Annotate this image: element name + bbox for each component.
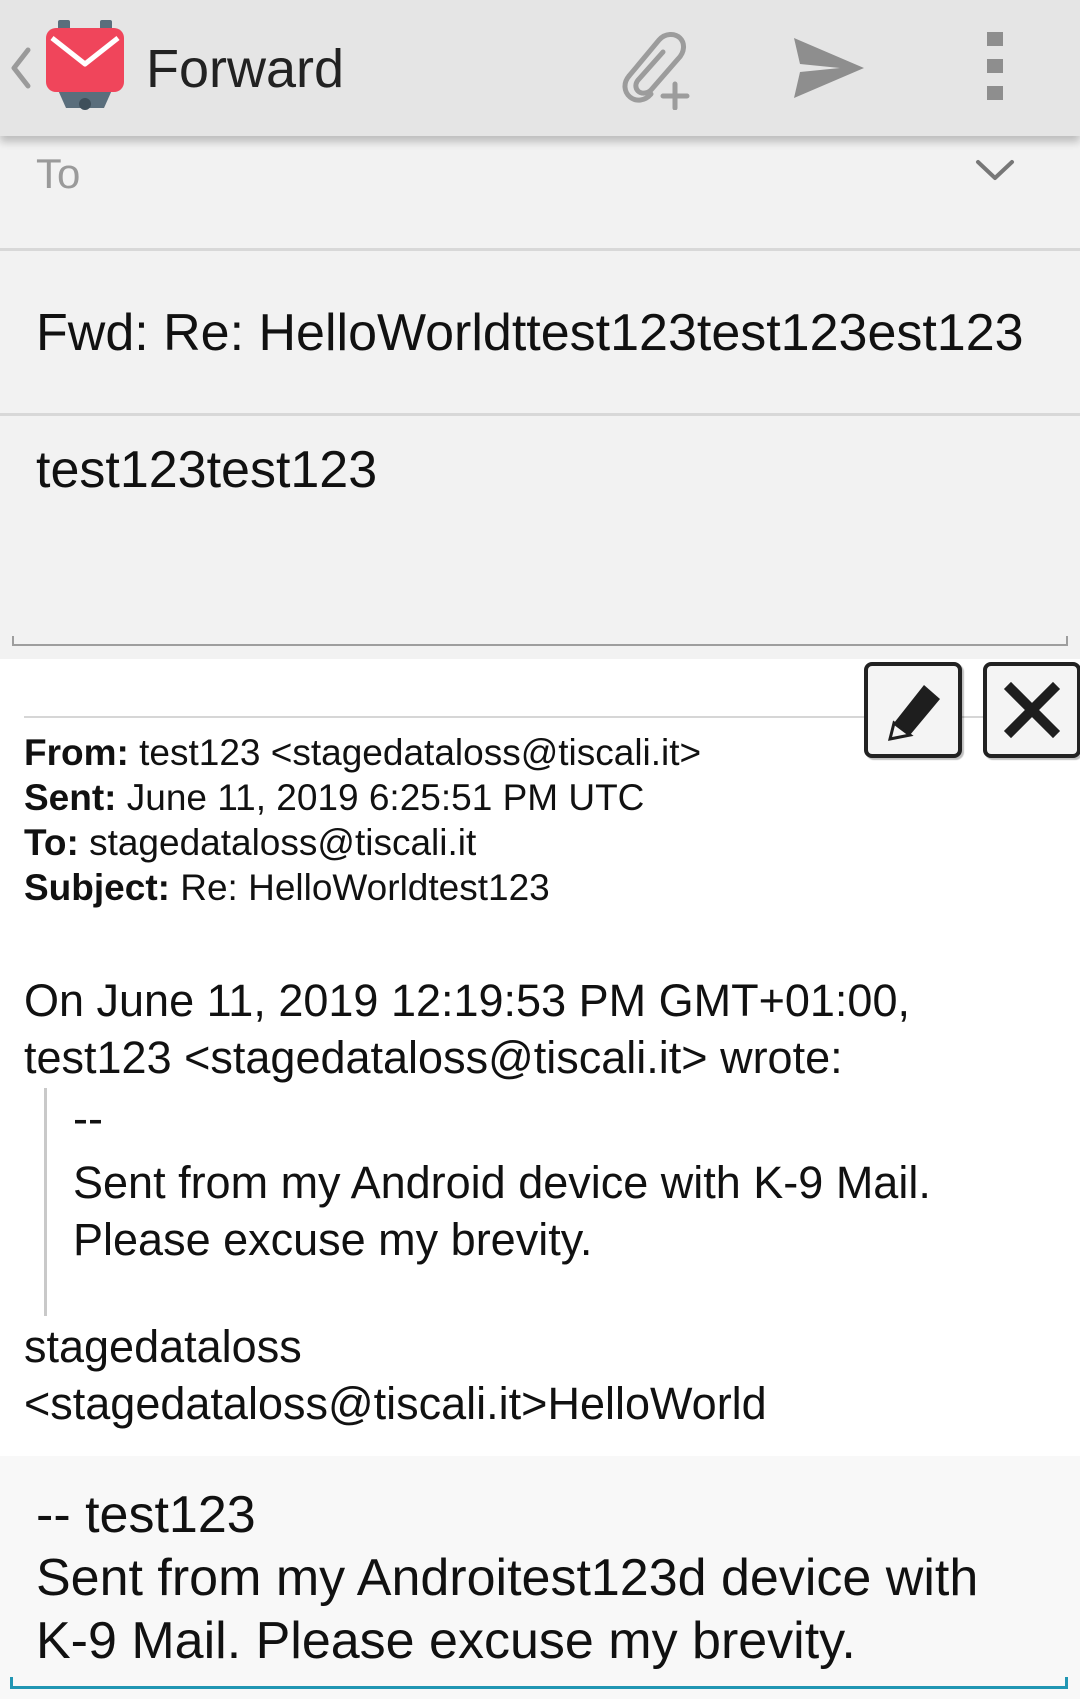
quoted-blockquote: -- Sent from my Android device with K-9 … [44,1088,1027,1316]
signature-text: -- test123 Sent from my Androitest123d d… [36,1486,979,1670]
header-from: From: test123 <stagedataloss@tiscali.it> [24,732,702,773]
k9-mail-logo[interactable] [44,18,126,114]
subject-row: Fwd: Re: HelloWorldttest123test123est123 [0,251,1080,416]
signature-field[interactable]: -- test123 Sent from my Androitest123d d… [0,1456,1080,1699]
focus-underline [10,1677,1068,1689]
to-field[interactable]: To [36,150,80,198]
quoted-tail: stagedataloss <stagedataloss@tiscali.it>… [24,1321,767,1429]
attach-file-icon[interactable] [615,26,699,110]
chevron-down-icon[interactable] [970,152,1020,188]
overflow-menu-icon[interactable] [975,30,1015,102]
edit-quoted-button[interactable] [864,662,962,758]
header-to: To: stagedataloss@tiscali.it [24,822,477,863]
message-field[interactable]: test123test123 [12,416,1068,646]
header-subject: Subject: Re: HelloWorldtest123 [24,867,550,908]
action-bar: Forward [0,0,1080,136]
chevron-left-icon[interactable] [8,46,34,90]
quote-intro: On June 11, 2019 12:19:53 PM GMT+01:00, … [24,975,910,1083]
quoted-headers: From: test123 <stagedataloss@tiscali.it>… [24,730,701,910]
subject-field[interactable]: Fwd: Re: HelloWorldttest123test123est123 [36,303,1046,363]
header-sent: Sent: June 11, 2019 6:25:51 PM UTC [24,777,645,818]
compose-area: To Fwd: Re: HelloWorldttest123test123est… [0,136,1080,659]
message-text: test123test123 [36,441,378,499]
screen-title: Forward [146,39,345,99]
remove-quoted-button[interactable] [983,662,1080,758]
close-icon [1003,681,1061,739]
to-row: To [0,136,1080,251]
pencil-icon [887,685,940,741]
send-icon[interactable] [790,34,868,104]
